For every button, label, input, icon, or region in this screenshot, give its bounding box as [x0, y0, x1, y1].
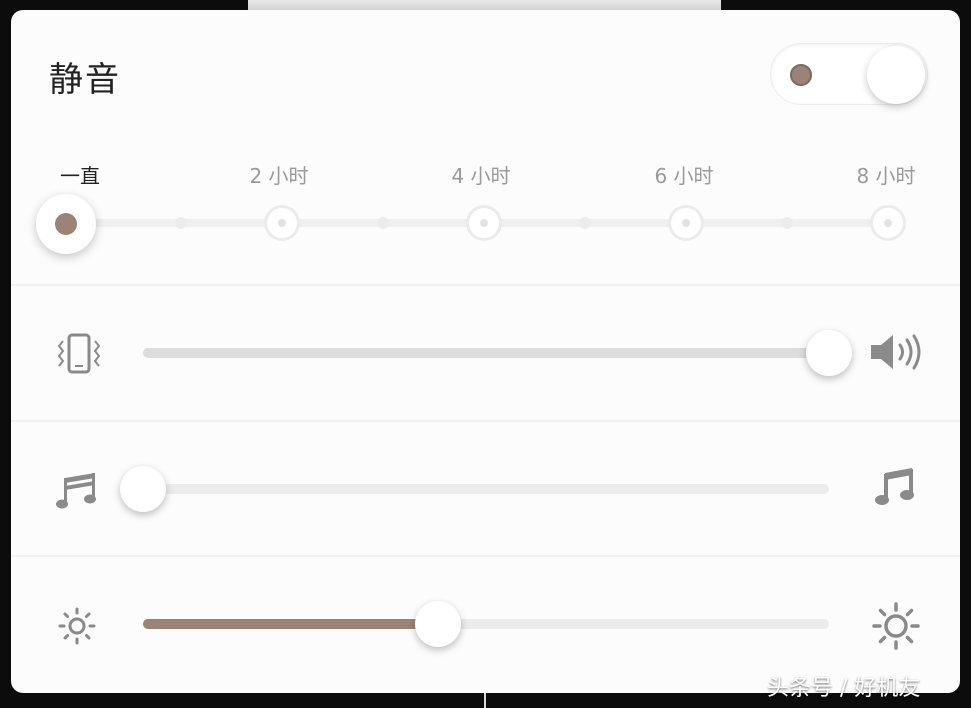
timer-step-dot — [175, 217, 187, 229]
brightness-track[interactable] — [143, 619, 829, 629]
music-notes-low-icon[interactable] — [55, 470, 99, 514]
mute-toggle[interactable] — [771, 44, 927, 104]
timer-step-dot — [377, 217, 389, 229]
brightness-fill — [143, 619, 438, 629]
section-divider — [11, 284, 960, 286]
brightness-thumb[interactable] — [414, 601, 461, 647]
timer-label-2h[interactable]: 2 小时 — [249, 160, 308, 189]
media-volume-track[interactable] — [143, 484, 829, 494]
sun-small-icon[interactable] — [57, 606, 97, 650]
section-divider — [11, 420, 960, 422]
timer-stop-2h[interactable] — [267, 208, 297, 238]
toggle-knob[interactable] — [867, 46, 925, 104]
timer-stop-8h[interactable] — [873, 208, 903, 238]
ringtone-volume-fill — [143, 348, 829, 358]
timer-slider-thumb[interactable] — [36, 194, 96, 254]
toggle-indicator-dot — [790, 64, 812, 86]
timer-label-8h[interactable]: 8 小时 — [856, 160, 915, 189]
timer-step-dot — [579, 217, 591, 229]
timer-label-6h[interactable]: 6 小时 — [654, 160, 713, 189]
timer-step-dot — [781, 217, 793, 229]
timer-label-4h[interactable]: 4 小时 — [451, 160, 510, 189]
timer-label-always[interactable]: 一直 — [60, 160, 100, 189]
vibrate-phone-icon[interactable] — [55, 332, 103, 380]
music-notes-high-icon[interactable] — [874, 468, 916, 512]
ringtone-volume-track[interactable] — [143, 348, 829, 358]
panel-title: 静音 — [49, 60, 121, 100]
timer-stop-6h[interactable] — [671, 208, 701, 238]
ringtone-volume-thumb[interactable] — [806, 330, 852, 376]
timer-stop-4h[interactable] — [469, 208, 499, 238]
watermark-text: 头条号 / 好机友 — [767, 676, 921, 701]
speaker-volume-icon[interactable] — [867, 332, 927, 376]
media-volume-thumb[interactable] — [120, 466, 166, 512]
timer-thumb-center — [55, 213, 77, 235]
sun-large-icon[interactable] — [871, 601, 921, 655]
sound-panel: 静音 一直 2 小时 4 小时 6 小时 8 小时 — [11, 10, 960, 693]
section-divider — [11, 555, 960, 557]
